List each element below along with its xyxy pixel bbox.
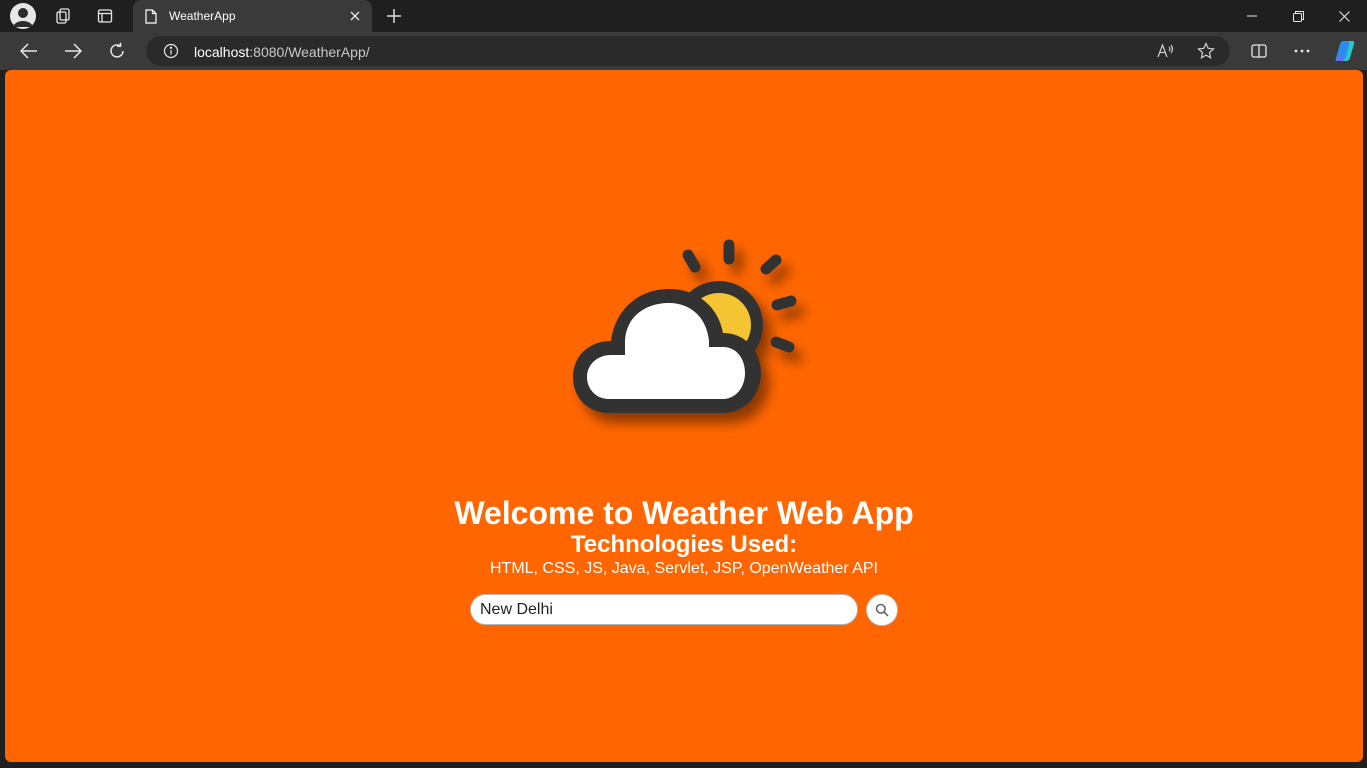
read-aloud-icon[interactable]	[1157, 43, 1175, 64]
search-button[interactable]	[866, 594, 898, 626]
url-host: localhost	[194, 44, 250, 60]
page-title: Welcome to Weather Web App	[454, 495, 914, 531]
close-window-button[interactable]	[1321, 0, 1367, 32]
close-icon	[350, 11, 360, 21]
browser-toolbar: localhost:8080/WeatherApp/	[0, 32, 1367, 70]
refresh-icon	[110, 42, 124, 58]
restore-icon	[1292, 10, 1304, 22]
page-icon	[145, 9, 157, 29]
minimize-icon	[1247, 15, 1257, 17]
tab-title: WeatherApp	[169, 9, 236, 23]
profile-icon[interactable]	[10, 3, 36, 29]
split-screen-button[interactable]	[1244, 37, 1274, 65]
plus-icon	[387, 9, 401, 23]
browser-window: WeatherApp localhost:8080/WeatherApp/ We…	[0, 0, 1367, 768]
close-icon	[1338, 10, 1350, 22]
tab-strip: WeatherApp	[0, 0, 1367, 32]
minimize-button[interactable]	[1229, 0, 1275, 32]
forward-button[interactable]	[58, 37, 88, 65]
copilot-button[interactable]	[1330, 37, 1360, 65]
workspaces-icon[interactable]	[49, 4, 77, 28]
address-bar[interactable]: localhost:8080/WeatherApp/	[146, 36, 1230, 66]
new-tab-button[interactable]	[380, 4, 408, 28]
copilot-icon	[1335, 41, 1355, 61]
star-icon[interactable]	[1197, 42, 1215, 65]
url-path: :8080/WeatherApp/	[249, 44, 370, 60]
more-button[interactable]	[1287, 37, 1317, 65]
refresh-button[interactable]	[102, 37, 132, 65]
more-icon	[1294, 49, 1310, 53]
tab-actions-icon[interactable]	[91, 4, 119, 28]
url-text: localhost:8080/WeatherApp/	[194, 44, 370, 60]
city-search-input[interactable]	[470, 594, 858, 625]
split-screen-icon	[1251, 44, 1267, 58]
tab-weatherapp[interactable]: WeatherApp	[133, 0, 372, 32]
forward-arrow-icon	[65, 43, 82, 59]
back-button[interactable]	[14, 37, 44, 65]
close-tab-button[interactable]	[344, 5, 366, 27]
partly-cloudy-icon	[565, 237, 815, 437]
technologies-heading: Technologies Used:	[570, 531, 798, 558]
restore-button[interactable]	[1275, 0, 1321, 32]
technologies-list: HTML, CSS, JS, Java, Servlet, JSP, OpenW…	[489, 560, 878, 577]
info-icon[interactable]	[163, 43, 179, 64]
search-icon	[875, 603, 889, 617]
back-arrow-icon	[20, 43, 37, 59]
page-viewport: Welcome to Weather Web App Technologies …	[5, 70, 1363, 762]
